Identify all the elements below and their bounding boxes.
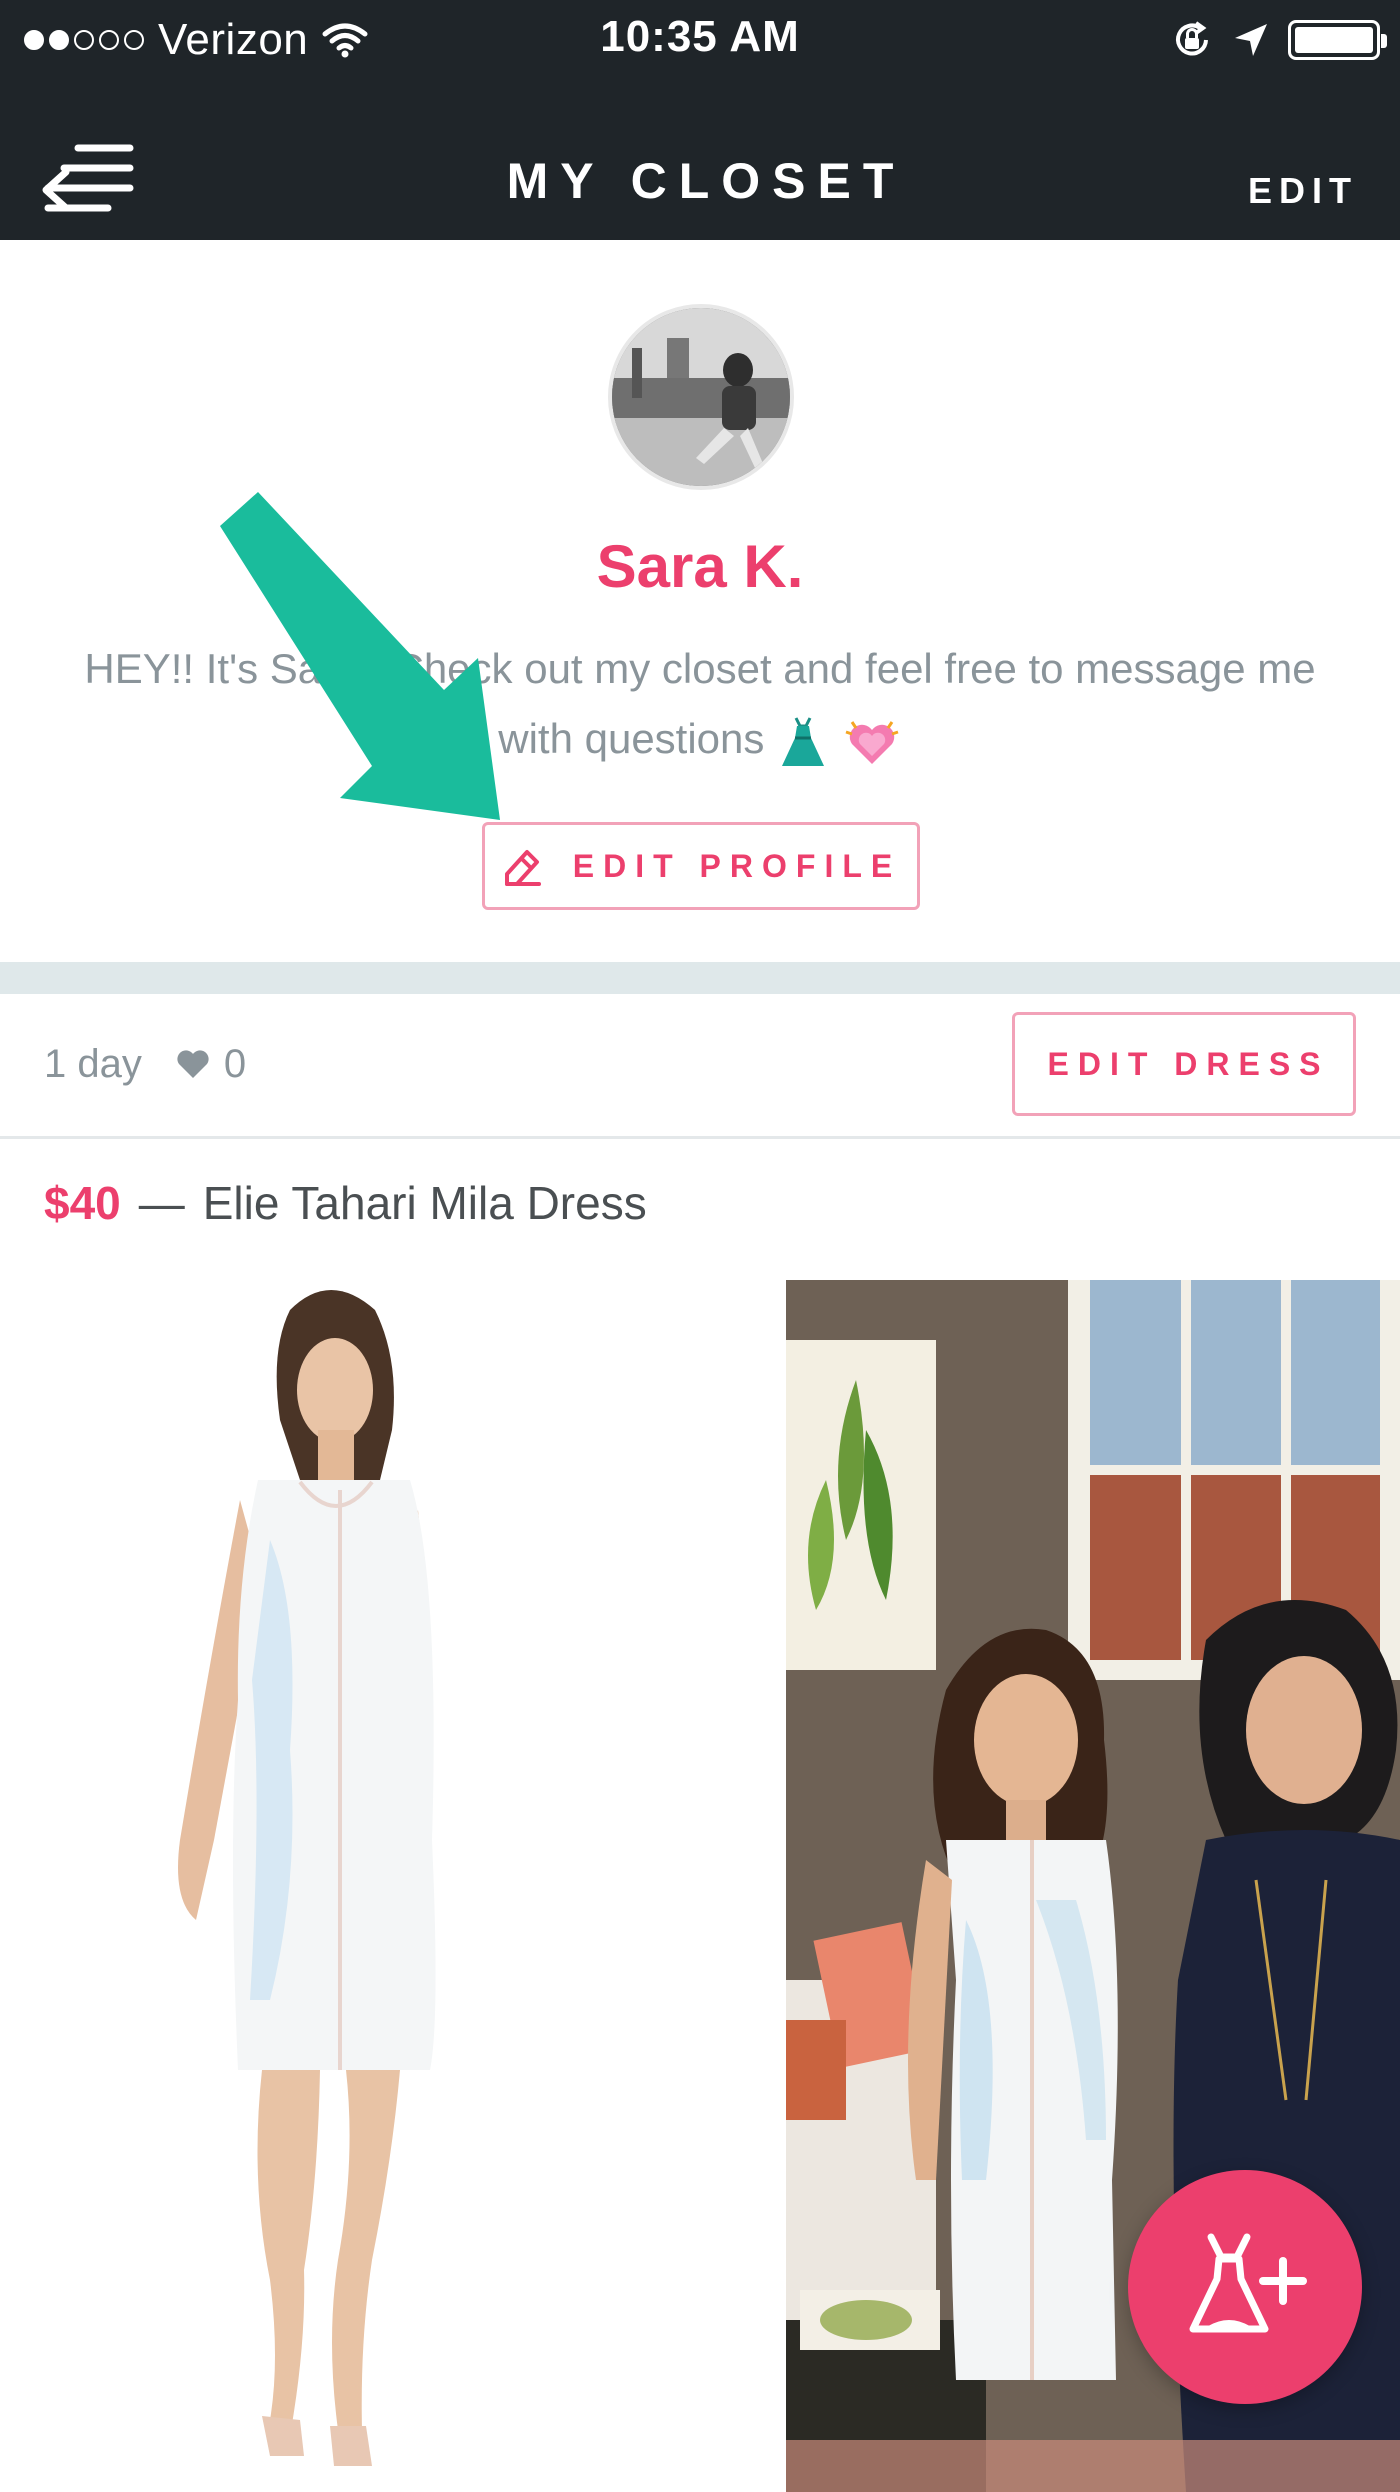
edit-profile-label: EDIT PROFILE (572, 847, 902, 884)
location-arrow-icon (1235, 24, 1267, 56)
profile-bio-line-2-wrap: with questions (36, 704, 1364, 774)
row-divider (0, 1136, 1400, 1139)
dress-emoji-icon (782, 717, 825, 766)
page-title: MY CLOSET (506, 153, 906, 209)
heart-icon (177, 1050, 209, 1078)
status-right (1170, 14, 1387, 66)
edit-dress-button[interactable]: EDIT DRESS (1012, 1012, 1356, 1116)
top-bar: Verizon 10:35 AM MY CLOSET EDIT (0, 0, 1400, 240)
item-separator: — (138, 1177, 185, 1229)
profile-bio-line-1: HEY!! It's Sara!! Check out my closet an… (84, 645, 1316, 692)
profile-name: Sara K. (596, 533, 804, 600)
item-name: Elie Tahari Mila Dress (202, 1177, 647, 1229)
likes-count: 0 (223, 1041, 247, 1086)
avatar[interactable] (608, 304, 794, 490)
profile-bio-line-2: with questions (498, 715, 765, 762)
pencil-icon (504, 850, 541, 886)
add-dress-button[interactable] (1128, 2170, 1362, 2404)
item-price: $40 (44, 1177, 121, 1229)
sparkling-heart-emoji-icon (845, 721, 899, 764)
item-age: 1 day (44, 1041, 142, 1086)
edit-button[interactable]: EDIT (1248, 170, 1358, 212)
item-title: $40 — Elie Tahari Mila Dress (44, 1176, 647, 1230)
profile-bio: HEY!! It's Sara!! Check out my closet an… (36, 634, 1364, 774)
battery-icon (1288, 20, 1387, 60)
item-meta: 1 day 0 (44, 1034, 246, 1094)
section-divider (0, 962, 1400, 994)
item-likes[interactable]: 0 (176, 1042, 246, 1087)
edit-profile-button[interactable]: EDIT PROFILE (482, 822, 920, 910)
add-dress-icon (1189, 2233, 1307, 2333)
rotation-lock-icon (1176, 21, 1208, 56)
product-photo[interactable] (0, 1280, 780, 2492)
